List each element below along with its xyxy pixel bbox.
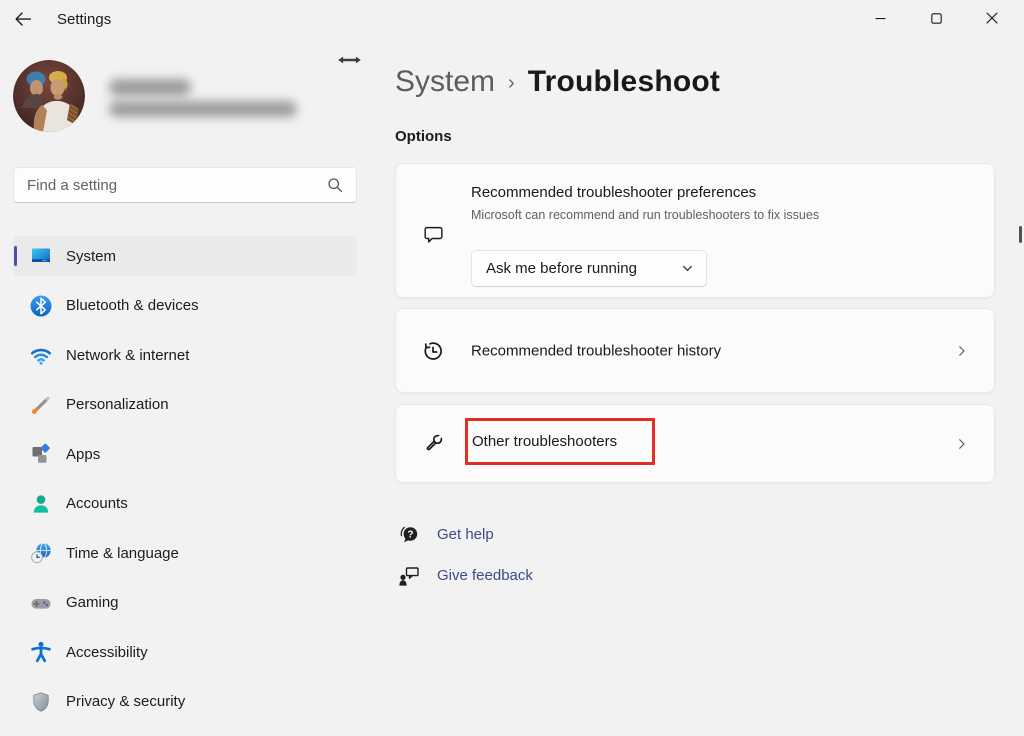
maximize-icon (930, 12, 942, 24)
titlebar: Settings (0, 0, 1024, 40)
preferences-card: Recommended troubleshooter preferences M… (395, 163, 995, 298)
svg-text:?: ? (407, 529, 413, 540)
breadcrumb-parent[interactable]: System (395, 65, 495, 99)
link-label: Get help (437, 526, 494, 543)
accessibility-icon (29, 640, 53, 664)
history-icon (420, 338, 446, 364)
search-icon (325, 175, 346, 196)
privacy-security-icon (29, 690, 53, 714)
sidebar-item-network-internet[interactable]: Network & internet (13, 335, 357, 375)
message-icon (420, 221, 446, 247)
sidebar-nav: System Bluetooth & devices Network & int… (13, 236, 357, 722)
link-label: Give feedback (437, 567, 533, 584)
search-input[interactable] (14, 168, 356, 202)
breadcrumb-separator: › (508, 71, 515, 94)
card-title: Other troubleshooters (472, 433, 618, 450)
get-help-icon: ? (397, 523, 421, 547)
sidebar-item-apps[interactable]: Apps (13, 434, 357, 474)
back-arrow-icon (12, 8, 34, 30)
window-title: Settings (57, 11, 112, 28)
sidebar-item-personalization[interactable]: Personalization (13, 385, 357, 425)
network-icon (29, 343, 53, 367)
card-title: Recommended troubleshooter preferences (471, 184, 757, 201)
sidebar-item-label: Personalization (66, 396, 169, 413)
user-name-blurred (109, 79, 191, 96)
troubleshooter-preference-dropdown[interactable]: Ask me before running (471, 250, 707, 287)
system-icon (29, 244, 53, 268)
sidebar-item-bluetooth-devices[interactable]: Bluetooth & devices (13, 286, 357, 326)
sidebar-item-privacy-security[interactable]: Privacy & security (13, 682, 357, 722)
sidebar-item-label: Accounts (66, 495, 128, 512)
chevron-down-icon (681, 262, 694, 275)
sidebar-item-label: System (66, 247, 117, 265)
footer-links: ? Get help Give feedback (397, 522, 533, 588)
close-button[interactable] (969, 0, 1015, 36)
dropdown-value: Ask me before running (486, 260, 637, 277)
sidebar-item-label: Apps (66, 445, 101, 463)
apps-icon (29, 442, 53, 466)
chevron-right-icon (953, 342, 970, 359)
highlight-annotation: Other troubleshooters (465, 418, 655, 465)
breadcrumb: System › Troubleshoot (395, 60, 720, 104)
resize-cursor-icon (336, 52, 363, 68)
accounts-icon (29, 492, 53, 516)
sidebar-item-accounts[interactable]: Accounts (13, 484, 357, 524)
other-troubleshooters-card[interactable]: Other troubleshooters (395, 404, 995, 483)
wrench-icon (420, 431, 446, 457)
close-icon (986, 12, 998, 24)
user-email-blurred (109, 101, 297, 117)
maximize-button[interactable] (913, 0, 959, 36)
user-avatar[interactable] (13, 60, 85, 132)
card-title: Recommended troubleshooter history (471, 342, 722, 359)
section-label: Options (395, 128, 452, 145)
selected-indicator (14, 246, 17, 266)
sidebar-item-gaming[interactable]: Gaming (13, 583, 357, 623)
gaming-icon (29, 591, 53, 615)
sidebar-item-label: Network & internet (66, 346, 190, 364)
history-card[interactable]: Recommended troubleshooter history (395, 308, 995, 393)
back-button[interactable] (8, 5, 38, 33)
sidebar-item-label: Gaming (66, 594, 119, 611)
card-description: Microsoft can recommend and run troubles… (471, 208, 820, 222)
sidebar-item-accessibility[interactable]: Accessibility (13, 632, 357, 672)
sidebar-item-label: Privacy & security (66, 693, 186, 710)
give-feedback-icon (397, 564, 421, 588)
page-title: Troubleshoot (527, 65, 721, 98)
bluetooth-icon (29, 294, 53, 318)
give-feedback-link[interactable]: Give feedback (397, 563, 533, 588)
sidebar-item-time-language[interactable]: Time & language (13, 533, 357, 573)
sidebar-item-label: Accessibility (66, 643, 148, 661)
sidebar-item-label: Bluetooth & devices (66, 297, 199, 314)
get-help-link[interactable]: ? Get help (397, 522, 533, 547)
minimize-button[interactable] (857, 0, 903, 36)
chevron-right-icon (953, 435, 970, 452)
search-box (13, 167, 357, 203)
sidebar-item-label: Time & language (66, 544, 179, 562)
time-language-icon (29, 541, 53, 565)
personalization-icon (29, 393, 53, 417)
minimize-icon (875, 13, 886, 24)
sidebar-item-system[interactable]: System (13, 236, 357, 276)
scrollbar-thumb[interactable] (1019, 226, 1022, 243)
